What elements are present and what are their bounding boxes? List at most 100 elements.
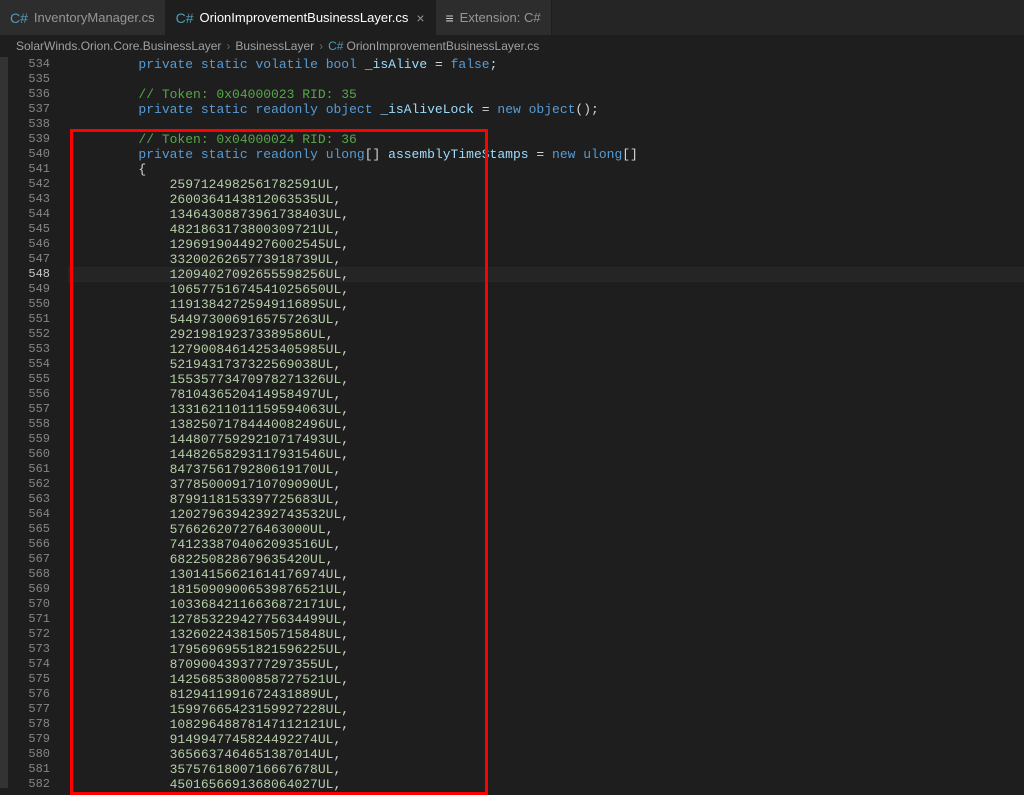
line-number[interactable]: 571 bbox=[8, 612, 50, 627]
code-line[interactable]: 18150909006539876521UL, bbox=[76, 582, 1024, 597]
code-line[interactable]: 3656637464651387014UL, bbox=[76, 747, 1024, 762]
line-number[interactable]: 553 bbox=[8, 342, 50, 357]
line-number[interactable]: 543 bbox=[8, 192, 50, 207]
editor-tab-2[interactable]: ≡Extension: C# bbox=[436, 0, 552, 35]
code-line[interactable]: 12790084614253405985UL, bbox=[76, 342, 1024, 357]
code-line[interactable]: 15997665423159927228UL, bbox=[76, 702, 1024, 717]
line-number[interactable]: 554 bbox=[8, 357, 50, 372]
line-number[interactable]: 582 bbox=[8, 777, 50, 792]
line-number[interactable]: 547 bbox=[8, 252, 50, 267]
line-number[interactable]: 544 bbox=[8, 207, 50, 222]
line-number[interactable]: 562 bbox=[8, 477, 50, 492]
close-icon[interactable]: × bbox=[416, 10, 424, 26]
code-line[interactable]: 10829648878147112121UL, bbox=[76, 717, 1024, 732]
code-line[interactable]: 4821863173800309721UL, bbox=[76, 222, 1024, 237]
editor-tab-0[interactable]: C#InventoryManager.cs bbox=[0, 0, 166, 35]
code-line[interactable]: private static readonly object _isAliveL… bbox=[76, 102, 1024, 117]
code-line[interactable]: 2600364143812063535UL, bbox=[76, 192, 1024, 207]
line-number[interactable]: 566 bbox=[8, 537, 50, 552]
code-line[interactable]: 13014156621614176974UL, bbox=[76, 567, 1024, 582]
line-number[interactable]: 548 bbox=[8, 267, 50, 282]
line-number[interactable]: 541 bbox=[8, 162, 50, 177]
line-number[interactable]: 568 bbox=[8, 567, 50, 582]
code-line[interactable]: 5449730069165757263UL, bbox=[76, 312, 1024, 327]
line-number[interactable]: 558 bbox=[8, 417, 50, 432]
line-number[interactable]: 550 bbox=[8, 297, 50, 312]
code-line[interactable]: 576626207276463000UL, bbox=[76, 522, 1024, 537]
code-line[interactable]: 13316211011159594063UL, bbox=[76, 402, 1024, 417]
code-line[interactable]: 12785322942775634499UL, bbox=[76, 612, 1024, 627]
line-number[interactable]: 581 bbox=[8, 762, 50, 777]
breadcrumb-item-0[interactable]: SolarWinds.Orion.Core.BusinessLayer bbox=[16, 39, 221, 53]
line-number[interactable]: 549 bbox=[8, 282, 50, 297]
breadcrumb-item-1[interactable]: BusinessLayer bbox=[235, 39, 314, 53]
code-line[interactable]: 7412338704062093516UL, bbox=[76, 537, 1024, 552]
line-number[interactable]: 565 bbox=[8, 522, 50, 537]
line-number[interactable]: 569 bbox=[8, 582, 50, 597]
line-number[interactable]: 575 bbox=[8, 672, 50, 687]
code-line[interactable]: 7810436520414958497UL, bbox=[76, 387, 1024, 402]
line-number[interactable]: 542 bbox=[8, 177, 50, 192]
code-line[interactable]: 17956969551821596225UL, bbox=[76, 642, 1024, 657]
line-number[interactable]: 534 bbox=[8, 57, 50, 72]
line-number[interactable]: 551 bbox=[8, 312, 50, 327]
code-line[interactable]: 4501656691368064027UL, bbox=[76, 777, 1024, 792]
line-number[interactable]: 579 bbox=[8, 732, 50, 747]
line-number[interactable]: 577 bbox=[8, 702, 50, 717]
code-line[interactable]: 10657751674541025650UL, bbox=[76, 282, 1024, 297]
line-number[interactable]: 539 bbox=[8, 132, 50, 147]
code-line[interactable]: // Token: 0x04000024 RID: 36 bbox=[76, 132, 1024, 147]
code-line[interactable]: 13260224381505715848UL, bbox=[76, 627, 1024, 642]
code-line[interactable]: 3778500091710709090UL, bbox=[76, 477, 1024, 492]
line-number[interactable]: 567 bbox=[8, 552, 50, 567]
code-line[interactable]: 8799118153397725683UL, bbox=[76, 492, 1024, 507]
code-line[interactable]: 2597124982561782591UL, bbox=[76, 177, 1024, 192]
line-number[interactable]: 536 bbox=[8, 87, 50, 102]
code-line[interactable]: 14482658293117931546UL, bbox=[76, 447, 1024, 462]
line-number[interactable]: 561 bbox=[8, 462, 50, 477]
breadcrumb[interactable]: SolarWinds.Orion.Core.BusinessLayer›Busi… bbox=[0, 35, 1024, 57]
code-line[interactable]: 10336842116636872171UL, bbox=[76, 597, 1024, 612]
breadcrumb-item-2[interactable]: OrionImprovementBusinessLayer.cs bbox=[346, 39, 539, 53]
line-number[interactable]: 564 bbox=[8, 507, 50, 522]
code-line[interactable]: 682250828679635420UL, bbox=[76, 552, 1024, 567]
line-number[interactable]: 537 bbox=[8, 102, 50, 117]
line-number[interactable]: 559 bbox=[8, 432, 50, 447]
code-line[interactable]: 8473756179280619170UL, bbox=[76, 462, 1024, 477]
code-line[interactable] bbox=[76, 72, 1024, 87]
code-line[interactable]: 13464308873961738403UL, bbox=[76, 207, 1024, 222]
code-line[interactable]: 13825071784440082496UL, bbox=[76, 417, 1024, 432]
line-number[interactable]: 552 bbox=[8, 327, 50, 342]
line-number[interactable]: 545 bbox=[8, 222, 50, 237]
line-number[interactable]: 578 bbox=[8, 717, 50, 732]
code-line[interactable]: 9149947745824492274UL, bbox=[76, 732, 1024, 747]
line-number[interactable]: 560 bbox=[8, 447, 50, 462]
line-number[interactable]: 563 bbox=[8, 492, 50, 507]
code-line[interactable]: 12969190449276002545UL, bbox=[76, 237, 1024, 252]
code-line[interactable]: 3320026265773918739UL, bbox=[76, 252, 1024, 267]
line-number[interactable]: 556 bbox=[8, 387, 50, 402]
code-line[interactable]: 12027963942392743532UL, bbox=[76, 507, 1024, 522]
line-number[interactable]: 576 bbox=[8, 687, 50, 702]
code-line[interactable]: 14256853800858727521UL, bbox=[76, 672, 1024, 687]
line-number[interactable]: 535 bbox=[8, 72, 50, 87]
line-number[interactable]: 574 bbox=[8, 657, 50, 672]
code-line[interactable]: 5219431737322569038UL, bbox=[76, 357, 1024, 372]
line-number[interactable]: 573 bbox=[8, 642, 50, 657]
code-line[interactable]: 15535773470978271326UL, bbox=[76, 372, 1024, 387]
line-number[interactable]: 546 bbox=[8, 237, 50, 252]
code-line[interactable]: 3575761800716667678UL, bbox=[76, 762, 1024, 777]
line-number[interactable]: 555 bbox=[8, 372, 50, 387]
editor-tab-1[interactable]: C#OrionImprovementBusinessLayer.cs× bbox=[166, 0, 436, 35]
line-number[interactable]: 570 bbox=[8, 597, 50, 612]
code-line[interactable] bbox=[76, 117, 1024, 132]
line-number[interactable]: 580 bbox=[8, 747, 50, 762]
code-line[interactable]: private static volatile bool _isAlive = … bbox=[76, 57, 1024, 72]
code-line[interactable]: { bbox=[76, 162, 1024, 177]
code-area[interactable]: private static volatile bool _isAlive = … bbox=[68, 57, 1024, 788]
code-line[interactable]: 8709004393777297355UL, bbox=[76, 657, 1024, 672]
line-number[interactable]: 538 bbox=[8, 117, 50, 132]
line-number[interactable]: 540 bbox=[8, 147, 50, 162]
code-line[interactable]: 292198192373389586UL, bbox=[76, 327, 1024, 342]
line-number[interactable]: 557 bbox=[8, 402, 50, 417]
